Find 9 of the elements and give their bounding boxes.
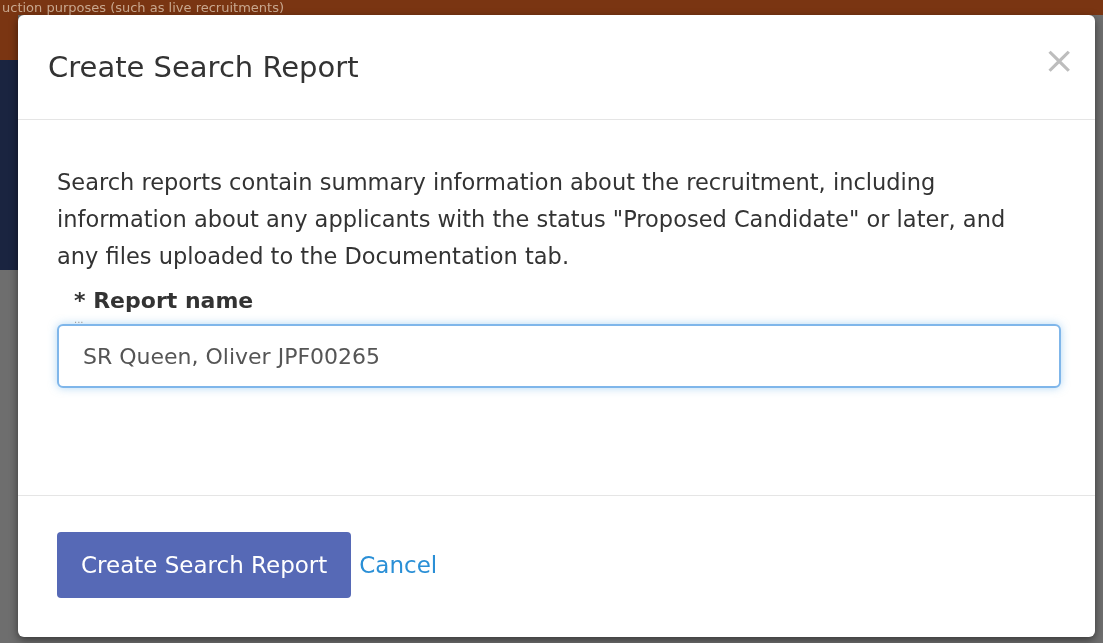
description-text: Search reports contain summary information about the recruitment, including information about any applicants with the status "Proposed Candidate" or later, and any files uploaded to the Documentation tab. (57, 168, 1007, 271)
banner-text: uction purposes (such as live recruitments) (0, 0, 1103, 15)
field-label: * Report name (74, 287, 255, 315)
dialog-title: Create Search Report (48, 50, 359, 84)
create-report-button[interactable]: Create Search Report (57, 531, 352, 598)
report-name-field[interactable]: SR Queen, Oliver JPF00265 (57, 324, 1061, 388)
field-hint: ... (74, 315, 84, 324)
page-header-bar (0, 15, 18, 60)
cancel-link[interactable]: Cancel (359, 551, 438, 578)
